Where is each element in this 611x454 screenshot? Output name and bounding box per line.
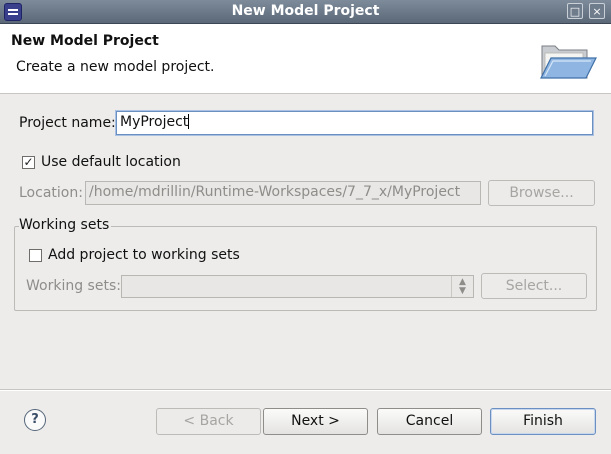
text-caret: [188, 114, 190, 129]
finish-button[interactable]: Finish: [490, 408, 596, 435]
open-folder-icon: [540, 45, 597, 79]
window-title: New Model Project: [231, 3, 380, 19]
use-default-location-checkbox[interactable]: ✓: [22, 156, 35, 169]
help-icon[interactable]: ?: [24, 409, 46, 431]
window-titlebar[interactable]: New Model Project □ ×: [0, 0, 611, 24]
project-name-label: Project name:: [19, 115, 116, 131]
working-sets-combo[interactable]: ▲ ▼: [121, 275, 474, 298]
wizard-title: New Model Project: [11, 33, 159, 49]
footer-separator: [0, 389, 611, 391]
close-icon[interactable]: ×: [589, 3, 605, 19]
maximize-icon[interactable]: □: [567, 3, 583, 19]
project-name-field[interactable]: MyProject: [116, 111, 593, 135]
cancel-button[interactable]: Cancel: [377, 408, 482, 435]
select-working-sets-button[interactable]: Select...: [481, 273, 587, 299]
wizard-description: Create a new model project.: [16, 59, 215, 75]
working-sets-group-title: Working sets: [19, 217, 112, 233]
location-field[interactable]: /home/mdrillin/Runtime-Workspaces/7_7_x/…: [85, 181, 481, 205]
add-to-working-sets-checkbox[interactable]: [29, 249, 42, 262]
location-label: Location:: [19, 185, 83, 201]
next-button[interactable]: Next >: [263, 408, 368, 435]
working-sets-label: Working sets:: [26, 278, 121, 294]
back-button[interactable]: < Back: [156, 408, 261, 435]
browse-button[interactable]: Browse...: [488, 180, 595, 206]
wizard-header: New Model Project Create a new model pro…: [0, 24, 611, 94]
use-default-location-label: Use default location: [41, 154, 181, 170]
project-name-value: MyProject: [120, 114, 189, 130]
add-to-working-sets-label: Add project to working sets: [48, 247, 240, 263]
combo-spinner-icon[interactable]: ▲ ▼: [451, 276, 473, 297]
